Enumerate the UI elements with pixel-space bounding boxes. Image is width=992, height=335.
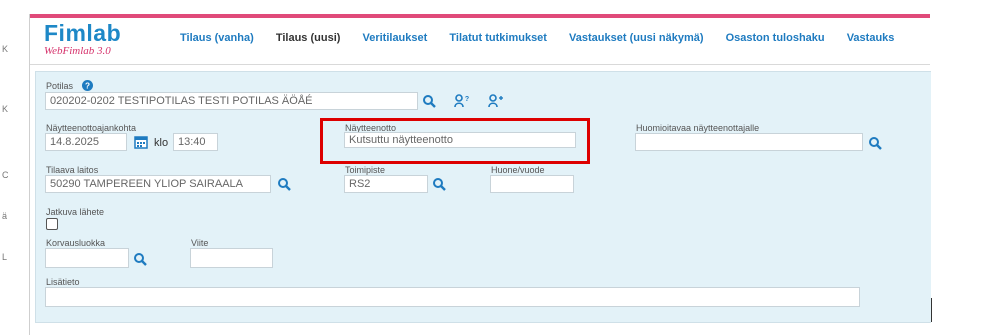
sidebar-fragment: ä	[2, 211, 8, 221]
sample-date-field[interactable]: 14.8.2025	[45, 133, 127, 151]
sidebar-fragment: C	[2, 170, 9, 180]
office-label: Toimipiste	[345, 165, 386, 175]
reference-field[interactable]	[190, 248, 273, 268]
main-nav: Tilaus (vanha) Tilaus (uusi) Veritilauks…	[180, 32, 913, 44]
compensation-label: Korvausluokka	[46, 238, 106, 248]
sample-time-label: Näytteenottoajankohta	[46, 123, 137, 133]
logo-title: Fimlab	[44, 20, 122, 46]
compensation-field[interactable]	[45, 248, 129, 268]
orderer-label: Tilaava laitos	[46, 165, 99, 175]
logo-subtitle: WebFimlab 3.0	[44, 45, 111, 57]
room-field[interactable]	[490, 175, 574, 193]
nav-osaston-tuloshaku[interactable]: Osaston tuloshaku	[726, 32, 825, 44]
reference-label: Viite	[191, 238, 209, 248]
nav-veritilaukset[interactable]: Veritilaukset	[362, 32, 427, 44]
highlight-box	[320, 118, 590, 164]
nav-vastaukset-uusi[interactable]: Vastaukset (uusi näkymä)	[569, 32, 704, 44]
room-label: Huone/vuode	[491, 165, 545, 175]
extra-label: Lisätieto	[46, 277, 80, 287]
nav-vastaukset[interactable]: Vastauks	[847, 32, 895, 44]
sample-time-field[interactable]: 13:40	[173, 133, 218, 151]
calendar-icon[interactable]	[134, 135, 148, 149]
app-header: Fimlab WebFimlab 3.0 Tilaus (vanha) Tila…	[30, 18, 930, 65]
search-icon[interactable]	[432, 177, 446, 191]
continuous-label: Jatkuva lähete	[46, 207, 105, 217]
sidebar-fragment: K	[2, 44, 9, 54]
nav-tilaus-uusi[interactable]: Tilaus (uusi)	[276, 32, 341, 44]
continuous-checkbox[interactable]	[46, 218, 58, 230]
note-label: Huomioitavaa näytteenottajalle	[636, 123, 760, 133]
note-field[interactable]	[635, 133, 863, 151]
extra-field[interactable]	[45, 287, 860, 307]
sidebar-fragment: K	[2, 104, 9, 114]
search-icon[interactable]	[422, 94, 436, 108]
nav-tilaus-vanha[interactable]: Tilaus (vanha)	[180, 32, 254, 44]
help-icon[interactable]: ?	[82, 80, 93, 91]
office-field[interactable]: RS2	[344, 175, 428, 193]
klo-label: klo	[154, 137, 169, 149]
svg-text:?: ?	[465, 96, 469, 103]
orderer-field[interactable]: 50290 TAMPEREEN YLIOP SAIRAALA	[45, 175, 271, 193]
nav-tilatut-tutkimukset[interactable]: Tilatut tutkimukset	[449, 32, 547, 44]
search-icon[interactable]	[868, 136, 882, 150]
find-patient-icon[interactable]: ?	[454, 94, 470, 108]
svg-text:?: ?	[85, 81, 90, 90]
search-icon[interactable]	[133, 252, 147, 266]
left-sidebar: K K C ä L	[0, 0, 28, 335]
logo[interactable]: Fimlab WebFimlab 3.0	[44, 21, 121, 57]
cursor-line	[931, 298, 932, 322]
patient-label: Potilas	[46, 81, 74, 91]
sidebar-fragment: L	[2, 252, 8, 262]
search-icon[interactable]	[277, 177, 291, 191]
patient-field[interactable]: 020202-0202 TESTIPOTILAS TESTI POTILAS Ä…	[45, 92, 418, 110]
add-patient-icon[interactable]	[488, 94, 504, 108]
